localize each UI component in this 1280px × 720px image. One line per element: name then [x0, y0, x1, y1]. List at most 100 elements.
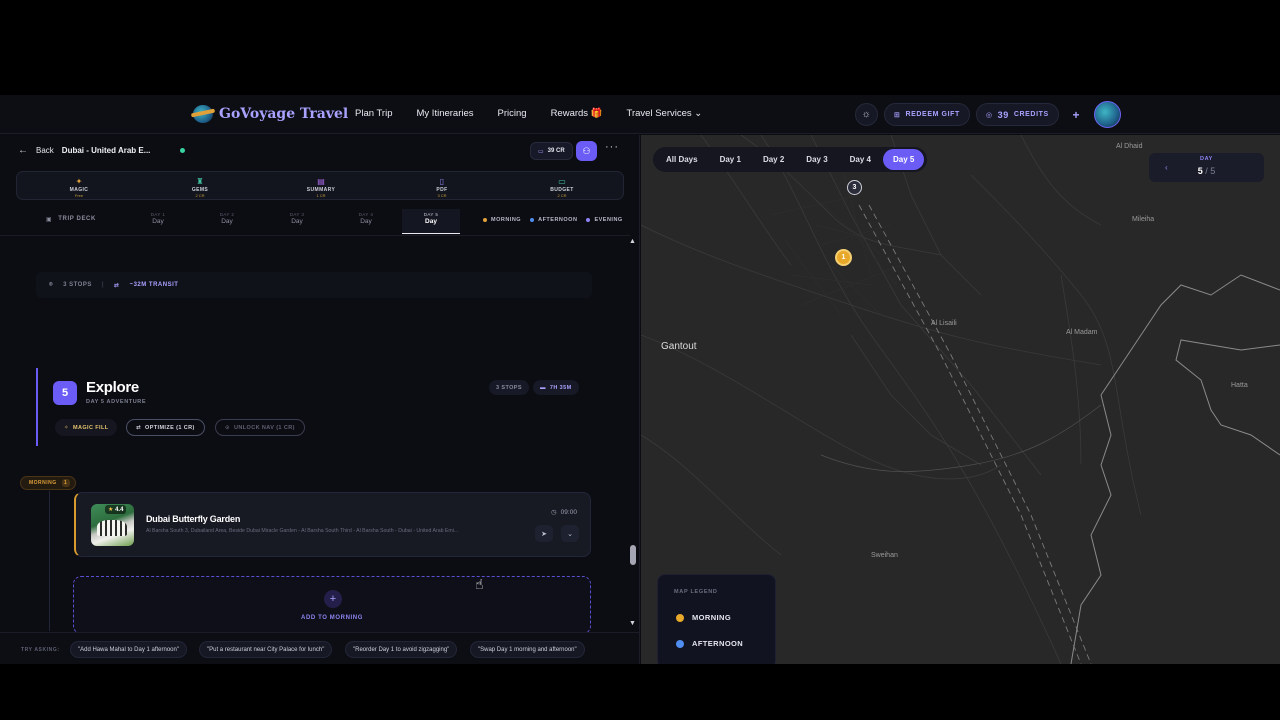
theme-toggle-button[interactable]: ☼	[855, 103, 878, 126]
gem-icon: ♜	[196, 177, 204, 186]
map-marker[interactable]: 3	[847, 180, 862, 195]
tab-day-number: DAY 5	[423, 212, 439, 217]
slot-morning[interactable]: MORNING	[483, 217, 521, 223]
nav-travel-services[interactable]: Travel Services ⌄	[627, 108, 703, 119]
expand-button[interactable]: ⌄	[561, 525, 579, 542]
tool-summary[interactable]: ▤ SUMMARY 1 CR	[291, 177, 351, 198]
tab-day-number: DAY 1	[150, 212, 166, 217]
map-marker[interactable]: 1	[835, 249, 852, 266]
zebra-image	[97, 520, 127, 536]
tab-label: TRIP DECK	[58, 216, 96, 222]
redeem-gift-label: REDEEM GIFT	[905, 111, 960, 118]
nav-my-itineraries[interactable]: My Itineraries	[417, 108, 474, 119]
map-tab-day-5[interactable]: Day 5	[883, 149, 925, 170]
scroll-down-arrow[interactable]: ▼	[629, 620, 636, 627]
tool-magic[interactable]: ✦ MAGIC Free	[49, 177, 109, 198]
users-icon: ⚇	[582, 145, 591, 156]
optimize-button[interactable]: ⇄ OPTIMIZE (1 CR)	[126, 419, 205, 436]
tool-budget[interactable]: ▭ BUDGET 2 CR	[532, 177, 592, 198]
nav-plan-trip[interactable]: Plan Trip	[355, 108, 393, 119]
morning-section-chip[interactable]: MORNING 1	[20, 476, 76, 490]
suggestion-chip[interactable]: "Reorder Day 1 to avoid zigzagging"	[345, 641, 458, 658]
nav-rewards[interactable]: Rewards 🎁	[551, 108, 603, 119]
tool-gems[interactable]: ♜ GEMS 2 CR	[170, 177, 230, 198]
add-credits-button[interactable]: +	[1065, 103, 1088, 126]
navigate-button[interactable]: ➤	[535, 525, 553, 542]
map-tab-day-2[interactable]: Day 2	[753, 149, 794, 170]
status-dot	[180, 148, 186, 153]
duration-pill: ▬ 7H 35M	[533, 380, 579, 395]
map-view[interactable]: All Days Day 1 Day 2 Day 3 Day 4 Day 5 ‹…	[641, 135, 1280, 664]
pdf-icon: ▯	[439, 177, 445, 186]
scrollbar-thumb[interactable]	[630, 545, 636, 565]
brand[interactable]: GoVoyage Travel	[193, 105, 348, 123]
tab-day-3[interactable]: DAY 3 Day	[277, 212, 317, 225]
back-link[interactable]: Back	[36, 146, 54, 155]
more-options-button[interactable]: ···	[605, 141, 619, 153]
slot-evening[interactable]: EVENING	[586, 217, 622, 223]
day-nav-total: 5	[1210, 166, 1216, 176]
slot-label: EVENING	[594, 217, 623, 223]
place-card[interactable]: ★ 4.4 Dubai Butterfly Garden Al Barsha S…	[74, 492, 591, 557]
map-place-label: Sweihan	[871, 552, 898, 559]
gift-icon: ⊞	[894, 111, 901, 119]
map-legend: MAP LEGEND MORNING AFTERNOON	[657, 574, 776, 664]
legend-item-afternoon: AFTERNOON	[676, 639, 743, 648]
suggestion-chip[interactable]: "Add Hawa Mahal to Day 1 afternoon"	[70, 641, 187, 658]
timeline-line	[49, 491, 50, 631]
day-navigator: ‹ DAY 5 / 5	[1149, 153, 1264, 182]
tab-trip-deck[interactable]: ▣ TRIP DECK	[46, 216, 96, 223]
credits-pill[interactable]: ▭ 39 CR	[530, 142, 573, 160]
collaborators-button[interactable]: ⚇	[576, 141, 597, 161]
chevron-down-icon: ⌄	[567, 530, 573, 538]
magic-wand-icon: ✦	[75, 177, 83, 186]
tab-day-label: Day	[221, 218, 233, 225]
legend-dot	[676, 613, 684, 622]
day-nav-value: 5 / 5	[1197, 166, 1216, 176]
tab-day-number: DAY 2	[219, 212, 235, 217]
tab-day-number: DAY 4	[358, 212, 374, 217]
tools-bar: ✦ MAGIC Free ♜ GEMS 2 CR ▤ SUMMARY 1 CR …	[16, 171, 624, 200]
logo-icon	[193, 105, 213, 123]
route-icon: ⇄	[114, 282, 120, 289]
tab-day-4[interactable]: DAY 4 Day	[346, 212, 386, 225]
map-place-label: Gantout	[661, 341, 697, 352]
clock-icon: ▬	[540, 384, 546, 391]
tool-pdf[interactable]: ▯ PDF 3 CR	[412, 177, 472, 198]
tab-day-5[interactable]: DAY 5 Day	[402, 209, 460, 234]
button-label: OPTIMIZE (1 CR)	[145, 424, 195, 431]
day-header: 5 Explore DAY 5 ADVENTURE 3 STOPS ▬ 7H 3…	[36, 368, 596, 446]
unlock-nav-button[interactable]: ⊙ UNLOCK NAV (1 CR)	[215, 419, 305, 436]
map-tab-day-3[interactable]: Day 3	[796, 149, 837, 170]
top-navbar: GoVoyage Travel Plan Trip My Itineraries…	[0, 95, 1280, 134]
legend-label: MORNING	[692, 613, 732, 622]
suggestion-chip[interactable]: "Swap Day 1 morning and afternoon"	[470, 641, 585, 658]
legend-dot	[676, 639, 684, 648]
tool-cost: 1 CR	[316, 193, 326, 198]
tab-day-1[interactable]: DAY 1 Day	[138, 212, 178, 225]
scroll-up-arrow[interactable]: ▲	[629, 238, 636, 245]
arrow-left-icon[interactable]: ←	[18, 145, 28, 156]
tab-day-2[interactable]: DAY 2 Day	[207, 212, 247, 225]
map-tab-day-1[interactable]: Day 1	[710, 149, 751, 170]
day-tabs: ▣ TRIP DECK DAY 1 Day DAY 2 Day DAY 3 Da…	[0, 206, 630, 236]
duration-value: 7H 35M	[549, 384, 572, 391]
deck-icon: ▣	[46, 217, 53, 223]
send-icon: ➤	[541, 530, 547, 538]
map-tab-all-days[interactable]: All Days	[656, 149, 708, 170]
clock-icon: ◷	[551, 509, 557, 516]
redeem-gift-button[interactable]: ⊞ REDEEM GIFT	[884, 103, 970, 126]
divider: |	[101, 282, 105, 288]
add-to-morning-dropzone[interactable]: + ADD TO MORNING	[73, 576, 591, 634]
nav-pricing[interactable]: Pricing	[498, 108, 527, 119]
slot-afternoon[interactable]: AFTERNOON	[530, 217, 577, 223]
tool-cost: 2 CR	[195, 193, 205, 198]
map-tab-day-4[interactable]: Day 4	[840, 149, 881, 170]
credits-badge[interactable]: ◎ 39 CREDITS	[975, 103, 1059, 126]
mouse-cursor: ☝	[475, 576, 484, 592]
magic-fill-button[interactable]: ✧ MAGIC FILL	[55, 419, 118, 436]
button-label: MAGIC FILL	[73, 424, 109, 431]
suggestion-chip[interactable]: "Put a restaurant near City Palace for l…	[199, 641, 333, 658]
avatar[interactable]	[1093, 101, 1121, 128]
sparkle-icon: ✧	[64, 424, 70, 431]
